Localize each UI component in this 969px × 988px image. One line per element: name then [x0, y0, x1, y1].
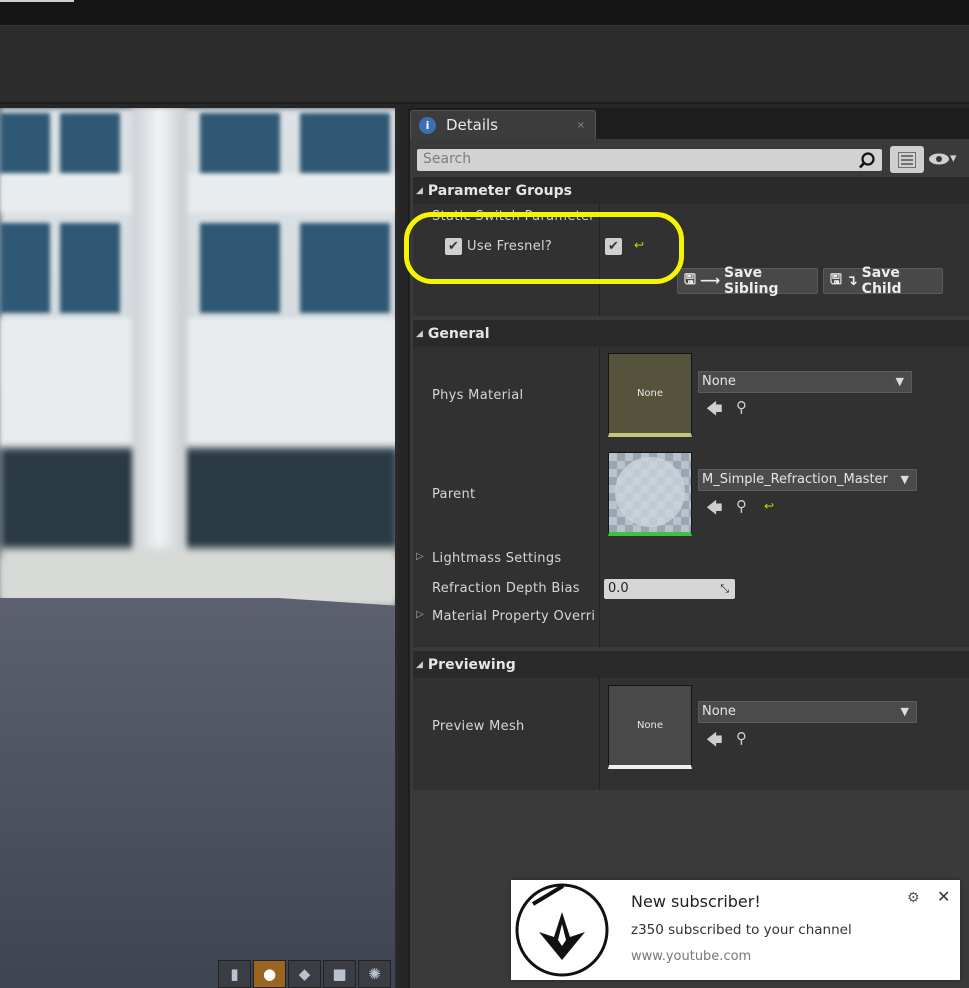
- save-sibling-label: Save Sibling: [724, 265, 779, 297]
- tab-details[interactable]: i Details ×: [410, 110, 596, 139]
- browse-icon[interactable]: ⚲: [736, 497, 747, 515]
- search-icon[interactable]: [858, 152, 876, 169]
- back-arrow-icon[interactable]: 🡄: [706, 398, 723, 425]
- drag-handle-icon[interactable]: ⤡: [720, 579, 729, 599]
- building-window: [300, 113, 390, 173]
- category-parameter-groups[interactable]: ◢ Parameter Groups: [413, 177, 969, 204]
- sphere-preview: [615, 457, 685, 527]
- category-title: General: [427, 325, 490, 342]
- tab-details-label: Details: [446, 116, 499, 134]
- chevron-down-icon: ▾: [950, 151, 957, 166]
- arrow-right-icon: ⟶: [699, 273, 721, 289]
- browse-icon[interactable]: ⚲: [736, 729, 747, 747]
- input-value: 0.0: [608, 581, 629, 596]
- cylinder-icon[interactable]: ▮: [218, 960, 251, 988]
- building-window: [0, 113, 50, 173]
- reset-icon[interactable]: ↩: [764, 499, 774, 513]
- visibility-filter-button[interactable]: ▾: [928, 151, 968, 169]
- preview-mesh-combo[interactable]: None ▼: [698, 701, 917, 723]
- back-arrow-icon[interactable]: 🡄: [706, 497, 723, 524]
- cube-icon[interactable]: ■: [323, 960, 356, 988]
- list-view-icon: [898, 151, 916, 168]
- gear-icon[interactable]: ⚙: [907, 890, 920, 906]
- save-icon: 🖫: [830, 272, 842, 288]
- arrow-down-icon: ↴: [845, 273, 858, 289]
- info-icon: i: [419, 116, 436, 134]
- browse-icon[interactable]: ⚲: [736, 398, 747, 416]
- chevron-down-icon: ▼: [900, 473, 909, 486]
- active-tab-indicator: [0, 0, 74, 2]
- viewport[interactable]: [0, 108, 398, 988]
- close-icon[interactable]: ✕: [937, 887, 950, 906]
- expand-triangle-icon: ◢: [416, 328, 423, 339]
- notification-title: New subscriber!: [631, 892, 761, 911]
- building-window: [0, 223, 50, 313]
- column-divider: [599, 678, 600, 790]
- annotation-highlight-circle: [404, 212, 684, 284]
- category-title: Parameter Groups: [427, 182, 572, 199]
- column-divider: [599, 347, 600, 647]
- building-window: [60, 223, 120, 313]
- category-previewing[interactable]: ◢ Previewing: [413, 651, 969, 678]
- phys-material-thumbnail[interactable]: None: [608, 353, 692, 437]
- building-pillar: [132, 108, 187, 578]
- expand-triangle-icon: ◢: [416, 185, 423, 196]
- thumbnail-text: None: [636, 388, 664, 399]
- phys-material-label: Phys Material: [432, 388, 524, 403]
- search-placeholder: Search: [423, 151, 472, 167]
- teapot-icon[interactable]: ✺: [358, 960, 391, 988]
- save-sibling-button[interactable]: 🖫 ⟶ Save Sibling: [677, 265, 818, 297]
- lightmass-settings-label[interactable]: Lightmass Settings: [432, 551, 561, 566]
- save-child-button[interactable]: 🖫 ↴ Save Child: [823, 265, 943, 297]
- back-arrow-icon[interactable]: 🡄: [706, 729, 723, 756]
- building-window: [200, 113, 280, 173]
- combo-value: None: [702, 374, 736, 389]
- channel-logo-icon: [515, 883, 609, 977]
- material-property-override-label[interactable]: Material Property Overric: [432, 609, 595, 624]
- chevron-down-icon: ▼: [895, 375, 904, 388]
- building-lower-windows: [0, 448, 395, 558]
- refraction-depth-bias-label: Refraction Depth Bias: [432, 581, 580, 596]
- notification-message: z350 subscribed to your channel: [631, 922, 852, 938]
- subscriber-notification[interactable]: New subscriber! z350 subscribed to your …: [511, 880, 960, 980]
- title-bar: [0, 0, 969, 26]
- building-window: [60, 113, 120, 173]
- search-input[interactable]: Search: [417, 149, 882, 171]
- refraction-depth-bias-input[interactable]: 0.0 ⤡: [604, 579, 735, 599]
- plane-icon[interactable]: ◆: [288, 960, 321, 988]
- building-band: [0, 173, 395, 213]
- chevron-down-icon: ▼: [900, 705, 909, 718]
- building-window: [300, 223, 390, 313]
- notification-site: www.youtube.com: [631, 949, 752, 964]
- parent-material-thumbnail[interactable]: [608, 452, 692, 536]
- collapsed-triangle-icon[interactable]: ▷: [416, 609, 424, 620]
- save-icon: 🖫: [684, 272, 696, 288]
- building-band: [0, 318, 395, 448]
- combo-value: None: [702, 704, 736, 719]
- eye-icon: [929, 153, 949, 164]
- category-title: Previewing: [427, 656, 516, 673]
- category-general[interactable]: ◢ General: [413, 320, 969, 347]
- close-icon[interactable]: ×: [577, 120, 585, 131]
- thumbnail-text: None: [636, 720, 664, 731]
- save-child-label: Save Child: [861, 265, 902, 297]
- parent-combo[interactable]: M_Simple_Refraction_Master ▼: [698, 469, 917, 491]
- preview-floor: [0, 598, 395, 988]
- building-window: [200, 223, 280, 313]
- combo-value: M_Simple_Refraction_Master: [702, 472, 888, 487]
- preview-mesh-thumbnail[interactable]: None: [608, 685, 692, 769]
- view-options-button[interactable]: [890, 146, 924, 173]
- phys-material-combo[interactable]: None ▼: [698, 371, 912, 393]
- parent-label: Parent: [432, 487, 476, 502]
- toolbar: [0, 26, 969, 104]
- collapsed-triangle-icon[interactable]: ▷: [416, 551, 424, 562]
- preview-mesh-label: Preview Mesh: [432, 719, 525, 734]
- viewport-preview-shape-bar: ▮ ● ◆ ■ ✺: [218, 960, 394, 988]
- expand-triangle-icon: ◢: [416, 659, 423, 670]
- sphere-icon[interactable]: ●: [253, 960, 286, 988]
